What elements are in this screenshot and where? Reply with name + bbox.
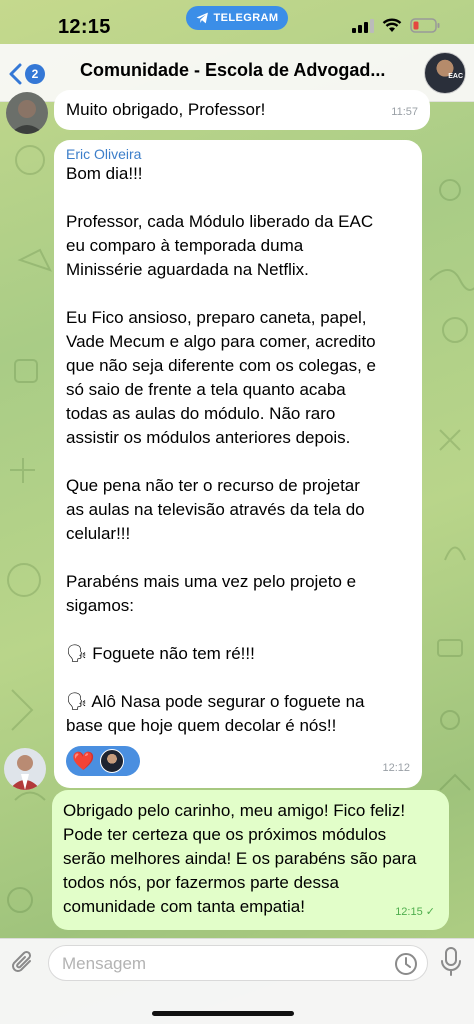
message-time: 12:15 ✓: [395, 900, 435, 924]
message-line: comunidade com tanta empatia!: [63, 897, 305, 916]
home-indicator: [152, 1011, 294, 1016]
status-icons: [352, 18, 440, 33]
message-bubble-incoming[interactable]: Muito obrigado, Professor! 11:57: [54, 90, 430, 130]
message-time-value: 12:15: [395, 906, 423, 918]
message-line: só saio de frente a tela quanto acaba: [66, 380, 346, 399]
message-line: assistir os módulos anteriores depois.: [66, 428, 351, 447]
message-line: Eu Fico ansioso, preparo caneta, papel,: [66, 308, 367, 327]
message-line: base que hoje quem decolar é nós!!: [66, 716, 337, 735]
telegram-return-pill[interactable]: TELEGRAM: [186, 6, 288, 30]
attachment-paperclip-icon[interactable]: [10, 949, 36, 977]
person-photo-icon: [6, 92, 48, 134]
microphone-icon[interactable]: [440, 947, 462, 977]
heart-reaction-icon: ❤️: [72, 751, 95, 771]
message-text: Obrigado pelo carinho, meu amigo! Fico f…: [63, 799, 448, 919]
message-line: Professor, cada Módulo liberado da EAC: [66, 212, 374, 231]
message-line: [66, 186, 416, 210]
message-text: Bom dia!!! Professor, cada Módulo liberad…: [66, 162, 416, 738]
telegram-pill-label: TELEGRAM: [213, 12, 279, 24]
message-line: [66, 450, 416, 474]
message-line: Vade Mecum e algo para comer, acredito: [66, 332, 376, 351]
message-line: [66, 282, 416, 306]
back-button[interactable]: 2: [8, 63, 45, 85]
sender-name: Eric Oliveira: [66, 146, 142, 162]
sent-check-icon: ✓: [425, 906, 435, 918]
wifi-icon: [382, 18, 402, 32]
message-line: Pode ter certeza que os próximos módulos: [63, 825, 387, 844]
cellular-signal-icon: [352, 18, 374, 33]
sticker-clock-icon[interactable]: [394, 952, 418, 976]
message-line: [66, 618, 416, 642]
message-line: 🗣 Alô Nasa pode segurar o foguete na: [66, 692, 365, 711]
message-line: Que pena não ter o recurso de projetar: [66, 476, 360, 495]
sender-avatar[interactable]: [6, 92, 48, 134]
message-line: todos nós, por fazermos parte dessa: [63, 873, 339, 892]
message-line: as aulas na televisão através da tela do: [66, 500, 365, 519]
unread-count-badge: 2: [25, 64, 45, 84]
message-line: eu comparo à temporada duma: [66, 236, 304, 255]
status-time: 12:15: [58, 16, 111, 38]
chat-title[interactable]: Comunidade - Escola de Advogad...: [80, 60, 398, 81]
message-input[interactable]: Mensagem: [48, 945, 428, 981]
message-line: 🗣 Foguete não tem ré!!!: [66, 644, 255, 663]
person-photo-icon: [4, 748, 46, 790]
message-line: [66, 666, 416, 690]
reactor-avatar: [100, 749, 125, 773]
message-line: Minissérie aguardada na Netflix.: [66, 260, 309, 279]
chat-avatar[interactable]: EAC: [424, 52, 466, 94]
message-line: celular!!!: [66, 524, 131, 543]
reaction-chip[interactable]: ❤️: [66, 746, 140, 776]
message-line: sigamos:: [66, 596, 135, 615]
avatar-logo-text: EAC: [448, 73, 463, 80]
message-bubble-incoming[interactable]: Eric Oliveira Bom dia!!! Professor, cada …: [54, 140, 422, 788]
message-line: Bom dia!!!: [66, 164, 143, 183]
battery-icon: [410, 18, 440, 33]
message-text: Muito obrigado, Professor!: [66, 100, 266, 119]
message-input-placeholder: Mensagem: [62, 954, 147, 973]
sender-avatar[interactable]: [4, 748, 46, 790]
message-line: [66, 546, 416, 570]
message-bubble-outgoing[interactable]: Obrigado pelo carinho, meu amigo! Fico f…: [52, 790, 449, 930]
message-line: Parabéns mais uma vez pelo projeto e: [66, 572, 357, 591]
telegram-plane-icon: [196, 12, 208, 24]
message-time: 11:57: [391, 106, 418, 118]
message-line: que não seja diferente com os colegas, e: [66, 356, 376, 375]
message-line: Obrigado pelo carinho, meu amigo! Fico f…: [63, 801, 406, 820]
message-line: todas as aulas do módulo. Não raro: [66, 404, 336, 423]
message-line: serão melhores ainda! E os parabéns são …: [63, 849, 417, 868]
message-time: 12:12: [382, 762, 410, 774]
message-input-bar: Mensagem: [0, 938, 474, 1024]
chevron-left-icon: [9, 63, 22, 85]
